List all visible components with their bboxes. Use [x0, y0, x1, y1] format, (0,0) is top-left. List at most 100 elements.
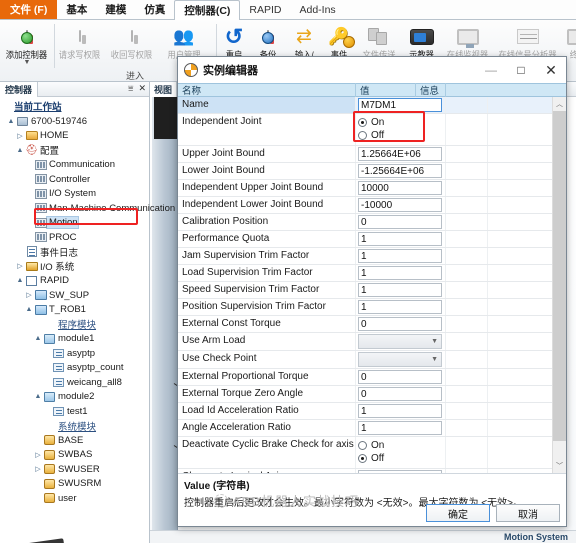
property-row[interactable]: External Const Torque 0	[178, 316, 552, 333]
close-button[interactable]: ✕	[536, 57, 566, 83]
property-value-input[interactable]: 1	[358, 283, 442, 297]
tree-item-user[interactable]: user	[0, 491, 149, 506]
expander-icon[interactable]: ▷	[33, 451, 43, 459]
tab-controller[interactable]: 控制器(C)	[174, 0, 241, 20]
tab-controller-browser[interactable]: 控制器	[0, 81, 39, 97]
property-value-cell[interactable]: ▼	[356, 351, 446, 368]
expander-icon[interactable]: ▲	[15, 277, 25, 284]
property-value-cell[interactable]: 1	[356, 265, 446, 281]
panel-close-icon[interactable]: ✕	[138, 83, 146, 94]
tree-item-asyptp-count[interactable]: asyptp_count	[0, 361, 149, 376]
property-value-cell[interactable]: 1	[356, 282, 446, 298]
property-value-cell[interactable]: 1	[356, 403, 446, 419]
property-value-input[interactable]: 0	[358, 470, 442, 473]
property-value-cell[interactable]: -10000	[356, 197, 446, 213]
property-value-input[interactable]: 1.25664E+06	[358, 147, 442, 161]
scrollbar-thumb[interactable]	[552, 111, 566, 441]
tab-basic[interactable]: 基本	[57, 0, 96, 19]
radio-dot-icon[interactable]	[358, 131, 367, 140]
property-value-cell[interactable]: 0	[356, 316, 446, 332]
scroll-down-button[interactable]: ﹀	[553, 459, 567, 473]
property-row[interactable]: Name M7DM1	[178, 97, 552, 114]
tree-item-sw-sup[interactable]: ▷ SW_SUP	[0, 288, 149, 303]
property-value-cell[interactable]: 1	[356, 248, 446, 264]
tree-item-module1[interactable]: ▲ module1	[0, 332, 149, 347]
tree-item-proc[interactable]: PROC	[0, 230, 149, 245]
property-value-dropdown[interactable]: ▼	[358, 334, 442, 349]
property-value-cell[interactable]: 1.25664E+06	[356, 146, 446, 162]
property-value-input[interactable]: 1	[358, 404, 442, 418]
tree-item-swuser[interactable]: ▷ SWUSER	[0, 462, 149, 477]
maximize-button[interactable]: □	[506, 57, 536, 83]
tab-view[interactable]: 视图	[150, 82, 178, 97]
tab-addins[interactable]: Add-Ins	[291, 0, 345, 19]
tree-item-t-rob1[interactable]: ▲ T_ROB1	[0, 303, 149, 318]
property-row[interactable]: Independent Upper Joint Bound 10000	[178, 180, 552, 197]
property-row[interactable]: External Proportional Torque 0	[178, 369, 552, 386]
property-value-input[interactable]: 1	[358, 249, 442, 263]
tree-item-swusrm[interactable]: SWUSRM	[0, 477, 149, 492]
scroll-up-button[interactable]: ︿	[553, 97, 567, 111]
tree-item-[interactable]: 程序模块	[0, 317, 149, 332]
property-value-input[interactable]: 1	[358, 266, 442, 280]
property-row[interactable]: Position Supervision Trim Factor 1	[178, 299, 552, 316]
tree-item-asyptp[interactable]: asyptp	[0, 346, 149, 361]
dialog-title-bar[interactable]: 实例编辑器 — □ ✕	[178, 57, 566, 83]
property-row[interactable]: Use Arm Load ▼	[178, 333, 552, 351]
tree-item-i-o[interactable]: ▷ I/O 系统	[0, 259, 149, 274]
property-row[interactable]: Jam Supervision Trim Factor 1	[178, 248, 552, 265]
radio-option[interactable]: Off	[358, 130, 384, 141]
radio-dot-icon[interactable]	[358, 441, 367, 450]
scrollbar-track[interactable]	[552, 111, 566, 459]
property-value-input[interactable]: -10000	[358, 198, 442, 212]
tree-item-controller[interactable]: Controller	[0, 172, 149, 187]
chevron-down-icon[interactable]: ▼	[24, 59, 31, 66]
expander-icon[interactable]: ▲	[33, 393, 43, 400]
ribbon-request-write-access-button[interactable]: 请求写权限	[54, 20, 106, 72]
tab-file[interactable]: 文件 (F)	[0, 0, 58, 19]
property-row[interactable]: Use Check Point ▼	[178, 351, 552, 369]
tab-rapid[interactable]: RAPID	[240, 0, 290, 19]
property-value-cell[interactable]: 1	[356, 420, 446, 436]
grid-vertical-scrollbar[interactable]: ︿ ﹀	[552, 97, 566, 473]
property-row[interactable]: Independent Joint On Off	[178, 114, 552, 146]
tree-item-swbas[interactable]: ▷ SWBAS	[0, 448, 149, 463]
tree-item-module2[interactable]: ▲ module2	[0, 390, 149, 405]
property-value-input[interactable]: M7DM1	[358, 98, 442, 112]
expander-icon[interactable]: ▷	[33, 465, 43, 473]
property-row[interactable]: Change to Logical Axis0	[178, 469, 552, 473]
column-header-info[interactable]: 信息	[416, 83, 446, 97]
property-row[interactable]: Independent Lower Joint Bound -10000	[178, 197, 552, 214]
property-value-cell[interactable]: 0	[356, 214, 446, 230]
column-header-value[interactable]: 值	[356, 83, 416, 97]
controller-tree[interactable]: ▲ 6700-519746 ▷ HOME ▲ ⛑ 配置 Communication Contro…	[0, 114, 176, 506]
property-value-cell[interactable]: On Off	[356, 437, 446, 468]
panel-menu-icon[interactable]: ⩸	[128, 83, 133, 94]
property-row[interactable]: Deactivate Cyclic Brake Check for axis On…	[178, 437, 552, 469]
property-value-cell[interactable]: 1	[356, 299, 446, 315]
minimize-button[interactable]: —	[476, 57, 506, 83]
property-row[interactable]: Upper Joint Bound 1.25664E+06	[178, 146, 552, 163]
property-row[interactable]: External Torque Zero Angle 0	[178, 386, 552, 403]
property-value-cell[interactable]: M7DM1	[356, 97, 446, 113]
ok-button[interactable]: 确定	[426, 504, 490, 522]
property-value-input[interactable]: 1	[358, 300, 442, 314]
property-rows-container[interactable]: Name M7DM1 Independent Joint On Off Upper Joi…	[178, 97, 552, 473]
tree-item-communication[interactable]: Communication	[0, 158, 149, 173]
column-header-name[interactable]: 名称	[178, 83, 356, 97]
cancel-button[interactable]: 取消	[496, 504, 560, 522]
property-value-input[interactable]: 1	[358, 421, 442, 435]
tree-item-[interactable]: ▲ ⛑ 配置	[0, 143, 149, 158]
property-value-cell[interactable]: 0	[356, 369, 446, 385]
property-row[interactable]: Angle Acceleration Ratio 1	[178, 420, 552, 437]
property-value-input[interactable]: 10000	[358, 181, 442, 195]
property-row[interactable]: Load Supervision Trim Factor 1	[178, 265, 552, 282]
property-value-cell[interactable]: 0	[356, 386, 446, 402]
expander-icon[interactable]: ▷	[24, 291, 34, 299]
property-value-cell[interactable]: 10000	[356, 180, 446, 196]
property-value-input[interactable]: 0	[358, 387, 442, 401]
radio-dot-icon[interactable]	[358, 118, 367, 127]
ribbon-add-controller-button[interactable]: 添加控制器 ▼	[0, 20, 54, 72]
property-value-input[interactable]: 0	[358, 317, 442, 331]
property-value-input[interactable]: 1	[358, 232, 442, 246]
